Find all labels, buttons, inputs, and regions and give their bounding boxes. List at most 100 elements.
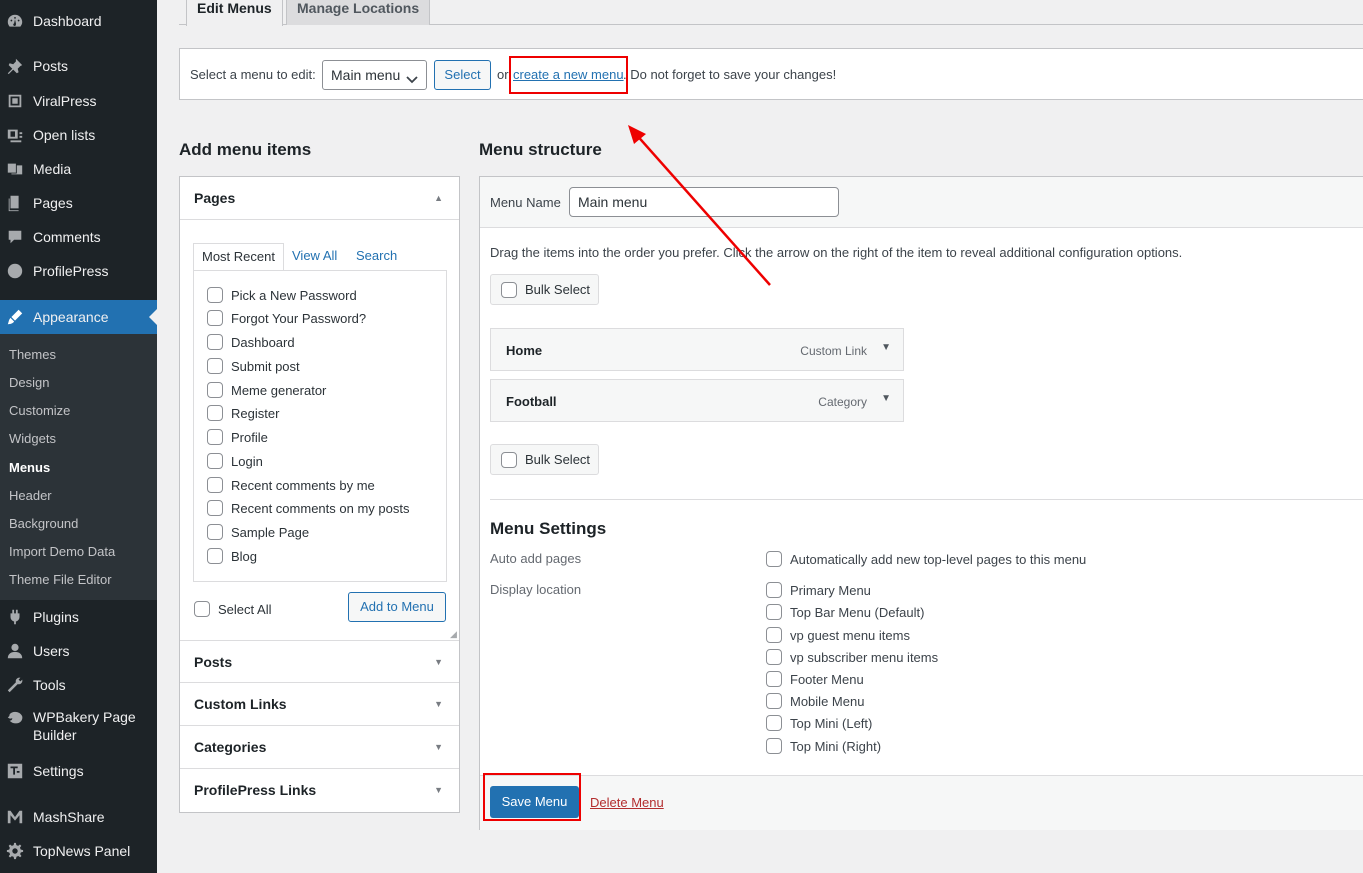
accordion-pages[interactable]: Pages ▲ [180, 177, 459, 220]
list-item[interactable]: Recent comments by me [207, 477, 375, 493]
checkbox[interactable] [766, 738, 782, 754]
select-all-checkbox[interactable]: Select All [194, 601, 271, 617]
sidebar-item-media[interactable]: Media [0, 158, 157, 180]
list-item[interactable]: Profile [207, 429, 268, 445]
location-top-bar-menu[interactable]: Top Bar Menu (Default) [766, 604, 924, 620]
select-button[interactable]: Select [434, 60, 491, 90]
sidebar-item-viralpress[interactable]: ViralPress [0, 90, 157, 112]
checkbox[interactable] [194, 601, 210, 617]
location-top-mini-left[interactable]: Top Mini (Left) [766, 715, 872, 731]
location-footer-menu[interactable]: Footer Menu [766, 671, 864, 687]
checkbox[interactable] [207, 548, 223, 564]
tab-view-all[interactable]: View All [284, 243, 345, 270]
resize-handle-icon[interactable]: ◢ [450, 629, 457, 640]
tab-search[interactable]: Search [348, 243, 405, 270]
auto-add-pages-checkbox[interactable]: Automatically add new top-level pages to… [766, 551, 1086, 567]
accordion-profilepress-links[interactable]: ProfilePress Links ▼ [180, 769, 459, 812]
expand-arrow-icon[interactable]: ▼ [881, 393, 891, 404]
location-label: Top Mini (Left) [790, 715, 873, 731]
list-item[interactable]: Recent comments on my posts [207, 500, 409, 516]
menu-item-home[interactable]: Home Custom Link ▼ [490, 328, 904, 371]
sidebar-item-users[interactable]: Users [0, 640, 157, 662]
checkbox[interactable] [501, 451, 517, 468]
checkbox[interactable] [766, 551, 782, 567]
bulk-select-checkbox[interactable]: Bulk Select [490, 274, 599, 305]
list-item[interactable]: Login [207, 453, 263, 469]
tab-most-recent[interactable]: Most Recent [193, 243, 284, 271]
checkbox[interactable] [207, 358, 223, 374]
list-icon [5, 125, 25, 145]
location-label: Mobile Menu [790, 693, 865, 709]
submenu-design[interactable]: Design [9, 375, 49, 390]
submenu-menus[interactable]: Menus [9, 460, 50, 475]
submenu-themes[interactable]: Themes [9, 347, 56, 362]
checkbox[interactable] [207, 287, 223, 303]
checkbox[interactable] [207, 500, 223, 516]
list-item[interactable]: Forgot Your Password? [207, 310, 366, 326]
checkbox[interactable] [207, 334, 223, 350]
tab-edit-menus[interactable]: Edit Menus [186, 0, 283, 26]
add-to-menu-button[interactable]: Add to Menu [348, 592, 446, 622]
checkbox[interactable] [766, 671, 782, 687]
sidebar-item-pages[interactable]: Pages [0, 192, 157, 214]
submenu-widgets[interactable]: Widgets [9, 431, 56, 446]
checkbox[interactable] [766, 582, 782, 598]
location-primary-menu[interactable]: Primary Menu [766, 582, 871, 598]
location-mobile-menu[interactable]: Mobile Menu [766, 693, 864, 709]
bulk-select-checkbox-bottom[interactable]: Bulk Select [490, 444, 599, 475]
submenu-import-demo-data[interactable]: Import Demo Data [9, 544, 115, 559]
list-item[interactable]: Submit post [207, 358, 300, 374]
checkbox[interactable] [207, 453, 223, 469]
menu-settings-heading: Menu Settings [490, 519, 607, 538]
tab-manage-locations[interactable]: Manage Locations [286, 0, 431, 25]
sidebar-item-topnews-panel[interactable]: TopNews Panel [0, 840, 157, 862]
accordion-custom-links[interactable]: Custom Links ▼ [180, 683, 459, 726]
chevron-down-icon [406, 67, 418, 95]
chevron-down-icon: ▼ [434, 742, 443, 752]
checkbox[interactable] [501, 281, 517, 298]
wpbakery-icon [5, 708, 25, 728]
accordion-posts[interactable]: Posts ▼ [180, 640, 459, 683]
submenu-customize[interactable]: Customize [9, 403, 70, 418]
list-item[interactable]: Pick a New Password [207, 287, 357, 303]
submenu-background[interactable]: Background [9, 516, 78, 531]
menu-select-dropdown[interactable]: Main menu [322, 60, 427, 90]
checkbox[interactable] [766, 604, 782, 620]
submenu-theme-file-editor[interactable]: Theme File Editor [9, 572, 112, 587]
checkbox[interactable] [207, 477, 223, 493]
sidebar-item-dashboard[interactable]: Dashboard [0, 10, 157, 32]
list-item[interactable]: Register [207, 405, 279, 421]
checkbox[interactable] [207, 310, 223, 326]
submenu-header[interactable]: Header [9, 488, 52, 503]
sidebar-item-profilepress[interactable]: ProfilePress [0, 260, 157, 282]
sidebar-item-wpbakery[interactable]: WPBakery Page Builder [0, 708, 157, 748]
checkbox[interactable] [207, 429, 223, 445]
sidebar-item-appearance[interactable]: Appearance [0, 300, 157, 334]
checkbox[interactable] [207, 405, 223, 421]
list-item[interactable]: Sample Page [207, 524, 309, 540]
accordion-categories[interactable]: Categories ▼ [180, 726, 459, 769]
location-vp-subscriber[interactable]: vp subscriber menu items [766, 649, 938, 665]
menu-item-football[interactable]: Football Category ▼ [490, 379, 904, 422]
checkbox[interactable] [766, 715, 782, 731]
location-top-mini-right[interactable]: Top Mini (Right) [766, 738, 881, 754]
sidebar-item-settings[interactable]: Settings [0, 760, 157, 782]
sidebar-item-posts[interactable]: Posts [0, 55, 157, 77]
sidebar-item-plugins[interactable]: Plugins [0, 606, 157, 628]
list-item[interactable]: Meme generator [207, 382, 326, 398]
sidebar-item-tools[interactable]: Tools [0, 674, 157, 696]
location-vp-guest[interactable]: vp guest menu items [766, 627, 910, 643]
expand-arrow-icon[interactable]: ▼ [881, 342, 891, 353]
sidebar-item-mashshare[interactable]: MashShare [0, 806, 157, 828]
checkbox[interactable] [766, 649, 782, 665]
list-item[interactable]: Dashboard [207, 334, 295, 350]
checkbox[interactable] [207, 382, 223, 398]
sidebar-item-open-lists[interactable]: Open lists [0, 124, 157, 146]
checkbox[interactable] [766, 693, 782, 709]
list-item[interactable]: Blog [207, 548, 257, 564]
sidebar-item-label: Pages [33, 195, 73, 211]
checkbox[interactable] [207, 524, 223, 540]
checkbox[interactable] [766, 627, 782, 643]
delete-menu-link[interactable]: Delete Menu [590, 795, 664, 810]
sidebar-item-comments[interactable]: Comments [0, 226, 157, 248]
